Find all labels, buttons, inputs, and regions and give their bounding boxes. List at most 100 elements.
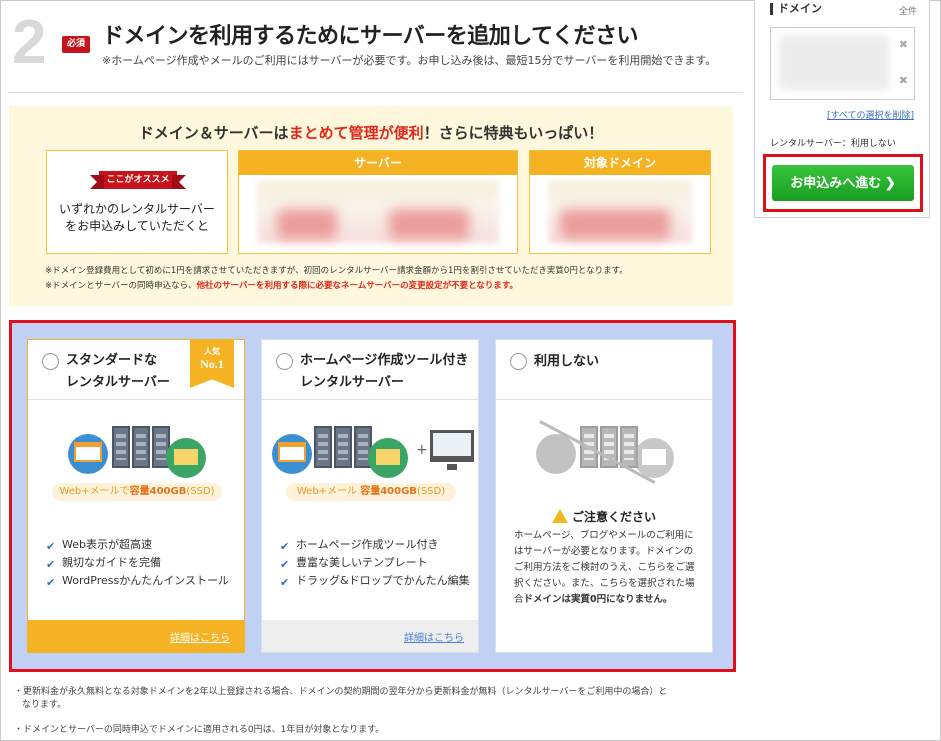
badge-big: No.1 [200,357,224,371]
promo-note-1: ※ドメイン登録費用として初めに1円を請求させていただきますが、初回のレンタルサー… [45,266,628,276]
plan-radio-standard[interactable] [42,353,59,370]
server-icon [132,426,150,468]
caution-text: ホームページ、ブログやメールのご利用にはサーバーが必要となります。ドメインのご利… [514,528,698,608]
caution-title-text: ご注意ください [571,510,656,524]
plan-card-none[interactable]: 利用しない ご注意ください ホームページ、ブログやメールのご利用にはサーバーが必… [495,339,713,653]
plan-radio-builder[interactable] [276,353,293,370]
feature-text: WordPressかんたんインストール [62,574,230,587]
sidebar-domain-label: ドメイン [770,3,822,15]
blurred-spot [389,209,469,239]
step-subtitle: ※ホームページ作成やメールのご利用にはサーバーが必要です。お申し込み後は、最短1… [102,54,717,67]
feature-item: ✔ 豊富な美しいテンプレート [280,554,470,572]
step-title: ドメインを利用するためにサーバーを追加してください [102,24,638,49]
server-icon [334,426,352,468]
sidebar-all-count: 全件 [898,7,917,17]
pill-bold: 容量400GB [129,486,187,497]
promo-title: ドメイン＆サーバーはまとめて管理が便利！さらに特典もいっぱい！ [9,122,733,143]
plan-divider [28,399,244,400]
server-icon [112,426,130,468]
details-link-standard[interactable]: 詳細はこちら [170,633,230,644]
footnote-2: ・ドメインとサーバーの同時申込でドメインに適用される0円は、1年目が対象となりま… [14,725,385,735]
recommend-text-line2: をお申込みしていただくと [65,219,209,233]
feature-text: ドラッグ&ドロップでかんたん編集 [296,574,470,587]
mail-icon [166,438,206,478]
feature-list: ✔ Web表示が超高速 ✔ 親切なガイドを完備 ✔ WordPressかんたんインスト… [46,536,229,590]
blurred-spot [560,209,670,239]
promo-note-2-pre: ※ドメインとサーバーの同時申込なら、 [45,281,197,291]
plan-title-builder: ホームページ作成ツール付き レンタルサーバー [300,350,475,394]
webpage-icon [74,442,102,462]
promo-domain-header: 対象ドメイン [530,151,710,175]
plan-card-standard[interactable]: スタンダードな レンタルサーバー 人気 No.1 Web+メールで容量400GB… [27,339,245,653]
recommend-ribbon: ここがオススメ [90,171,186,189]
feature-item: ✔ WordPressかんたんインストール [46,572,229,590]
selected-domain-list: ✖ ✖ [770,27,915,100]
promo-title-post: ！さらに特典もいっぱい！ [423,124,604,142]
step-number: 2 [12,8,47,77]
recommend-text-line1: いずれかのレンタルサーバー [59,202,215,216]
check-icon: ✔ [46,576,56,589]
pill-post: (SSD) [416,486,446,497]
footnote-1-line2: なります。 [22,700,67,710]
mail-icon [368,438,408,478]
caution-title: ご注意ください [496,508,712,525]
feature-item: ✔ ホームページ作成ツール付き [280,536,470,554]
plan-divider [496,399,712,400]
footnote-1: ・更新料金が永久無料となる対象ドメインを2年以上登録される場合、ドメインの契約期… [14,686,914,712]
blurred-spot [277,209,337,239]
pill-bold: 容量400GB [360,486,417,497]
badge-small: 人気 [204,347,220,356]
blurred-domain [779,36,889,90]
plan-footer: 詳細はこちら [28,620,244,652]
promo-server-column: サーバー [238,150,518,254]
pill-post: (SSD) [186,486,215,497]
caution-text-bold: ドメインは実質0円になりません。 [523,594,673,605]
desktop-pc-icon [430,430,474,470]
promo-note-2-highlight: 他社のサーバーを利用する際に必要なネームサーバーの変更設定が不要となります。 [196,281,519,291]
plan-title-line1: ホームページ作成ツール付き [300,353,469,368]
feature-item: ✔ Web表示が超高速 [46,536,229,554]
rental-server-status: レンタルサーバー：利用しない [770,139,896,149]
promo-panel: ドメイン＆サーバーはまとめて管理が便利！さらに特典もいっぱい！ ここがオススメ … [9,106,733,306]
promo-server-header: サーバー [239,151,517,175]
server-icon [314,426,332,468]
proceed-to-apply-button[interactable]: お申込みへ進む ❯ [772,165,914,201]
server-builder-illustration: + [272,420,474,482]
plan-radio-none[interactable] [510,353,527,370]
remove-icon[interactable]: ✖ [899,74,908,87]
recommend-text: いずれかのレンタルサーバー をお申込みしていただくと [47,201,227,235]
server-illustration [68,420,208,482]
pill-pre: Web+メール [296,486,361,497]
footnote-1-line1: ・更新料金が永久無料となる対象ドメインを2年以上登録される場合、ドメインの契約期… [14,687,668,697]
remove-icon[interactable]: ✖ [899,38,908,51]
plus-icon: + [416,442,428,458]
required-badge: 必須 [62,36,90,53]
divider [8,92,743,93]
capacity-pill: Web+メール 容量400GB(SSD) [286,483,456,501]
promo-title-pre: ドメイン＆サーバーは [138,124,289,142]
plan-title-none: 利用しない [534,354,600,369]
feature-item: ✔ 親切なガイドを完備 [46,554,229,572]
feature-text: ホームページ作成ツール付き [296,538,439,551]
plan-selection-area: スタンダードな レンタルサーバー 人気 No.1 Web+メールで容量400GB… [9,320,736,672]
feature-list: ✔ ホームページ作成ツール付き ✔ 豊富な美しいテンプレート ✔ ドラッグ&ドロップで… [280,536,470,590]
plan-card-builder[interactable]: ホームページ作成ツール付き レンタルサーバー + Web+メール 容量400GB… [261,339,479,653]
plan-title-line2: レンタルサーバー [300,375,404,390]
plan-footer: 詳細はこちら [262,620,478,652]
promo-title-highlight: まとめて管理が便利 [288,124,424,142]
globe-icon [536,434,576,474]
check-icon: ✔ [280,576,290,589]
order-summary-sidebar: ドメイン 全件 ✖ ✖ [すべての選択を削除] レンタルサーバー：利用しない お… [754,0,930,218]
plan-divider [262,399,478,400]
warning-icon [551,509,568,523]
pill-pre: Web+メールで [59,486,130,497]
capacity-pill: Web+メールで容量400GB(SSD) [52,483,222,501]
feature-text: 親切なガイドを完備 [62,556,161,569]
promo-domain-column: 対象ドメイン [529,150,711,254]
feature-text: 豊富な美しいテンプレート [296,556,428,569]
apply-highlight: お申込みへ進む ❯ [763,154,923,212]
details-link-builder[interactable]: 詳細はこちら [404,633,464,644]
feature-item: ✔ ドラッグ&ドロップでかんたん編集 [280,572,470,590]
promo-note-2: ※ドメインとサーバーの同時申込なら、他社のサーバーを利用する際に必要なネームサー… [45,279,518,291]
clear-all-link[interactable]: [すべての選択を削除] [827,108,914,121]
